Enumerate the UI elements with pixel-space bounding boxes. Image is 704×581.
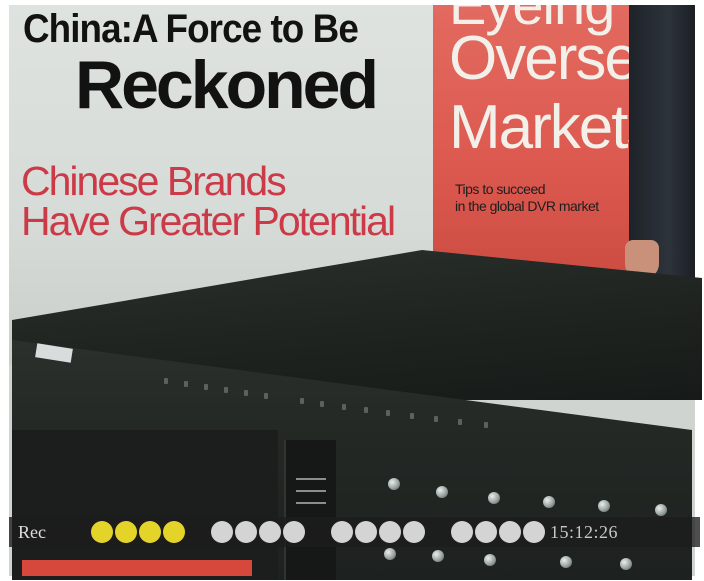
channel-indicator-dot [163,521,185,543]
dvr-knob [432,550,444,562]
rec-label: Rec [18,522,46,542]
dvr-knob [488,492,500,504]
dvr-panel-line [296,478,326,480]
dvr-led [342,404,346,410]
red-object-bottom [22,560,252,576]
dvr-osd-status-bar: Rec 15:12:26 [9,517,700,547]
channel-indicator-dot [235,521,257,543]
dvr-knob [484,554,496,566]
channel-indicator-dot [499,521,521,543]
dvr-led [458,419,462,425]
channel-indicator-dot [355,521,377,543]
channel-indicator-dot [331,521,353,543]
channel-indicator-dot [523,521,545,543]
dvr-led [300,398,304,404]
dvr-knob [598,500,610,512]
dvr-knob [543,496,555,508]
poster-subhead: Chinese Brands Have Greater Potential [21,161,431,244]
osd-timestamp: 15:12:26 [550,522,619,542]
dvr-led [184,381,188,387]
dvr-led [224,387,228,393]
poster-subhead-line2: Have Greater Potential [21,198,396,244]
dvr-led [320,401,324,407]
dvr-led [264,393,268,399]
dvr-knob [384,548,396,560]
dvr-led [434,416,438,422]
channel-indicator-dot [211,521,233,543]
dvr-knob [620,558,632,570]
dvr-led [364,407,368,413]
dvr-lower-panel [12,430,278,580]
dvr-panel-line [296,490,326,492]
dvr-led [386,410,390,416]
poster-tips: Tips to succeed in the global DVR market [455,181,645,215]
dvr-led [244,390,248,396]
dvr-led [164,378,168,384]
channel-indicator-dot [379,521,401,543]
dvr-panel-line [296,502,326,504]
poster-right-title-2: Markets [449,93,657,162]
channel-indicator-dot [139,521,161,543]
dvr-knob [388,478,400,490]
poster-headline-line2: Reckoned [75,47,379,123]
channel-indicator-dot [475,521,497,543]
dvr-led [410,413,414,419]
channel-indicator-dot [91,521,113,543]
channel-indicator-dot [115,521,137,543]
poster-tips-line2: in the global DVR market [455,198,599,214]
channel-indicator-dot [259,521,281,543]
dvr-led [484,422,488,428]
dvr-knob [560,556,572,568]
dvr-knob [655,504,667,516]
channel-indicator-dot [403,521,425,543]
dvr-knob [436,486,448,498]
dvr-display-panel [284,440,336,580]
dvr-led [204,384,208,390]
channel-indicator-dot [451,521,473,543]
channel-indicator-dot [283,521,305,543]
poster-headline-line1: China:A Force to Be [23,7,359,51]
poster-tips-line1: Tips to succeed [455,181,546,197]
